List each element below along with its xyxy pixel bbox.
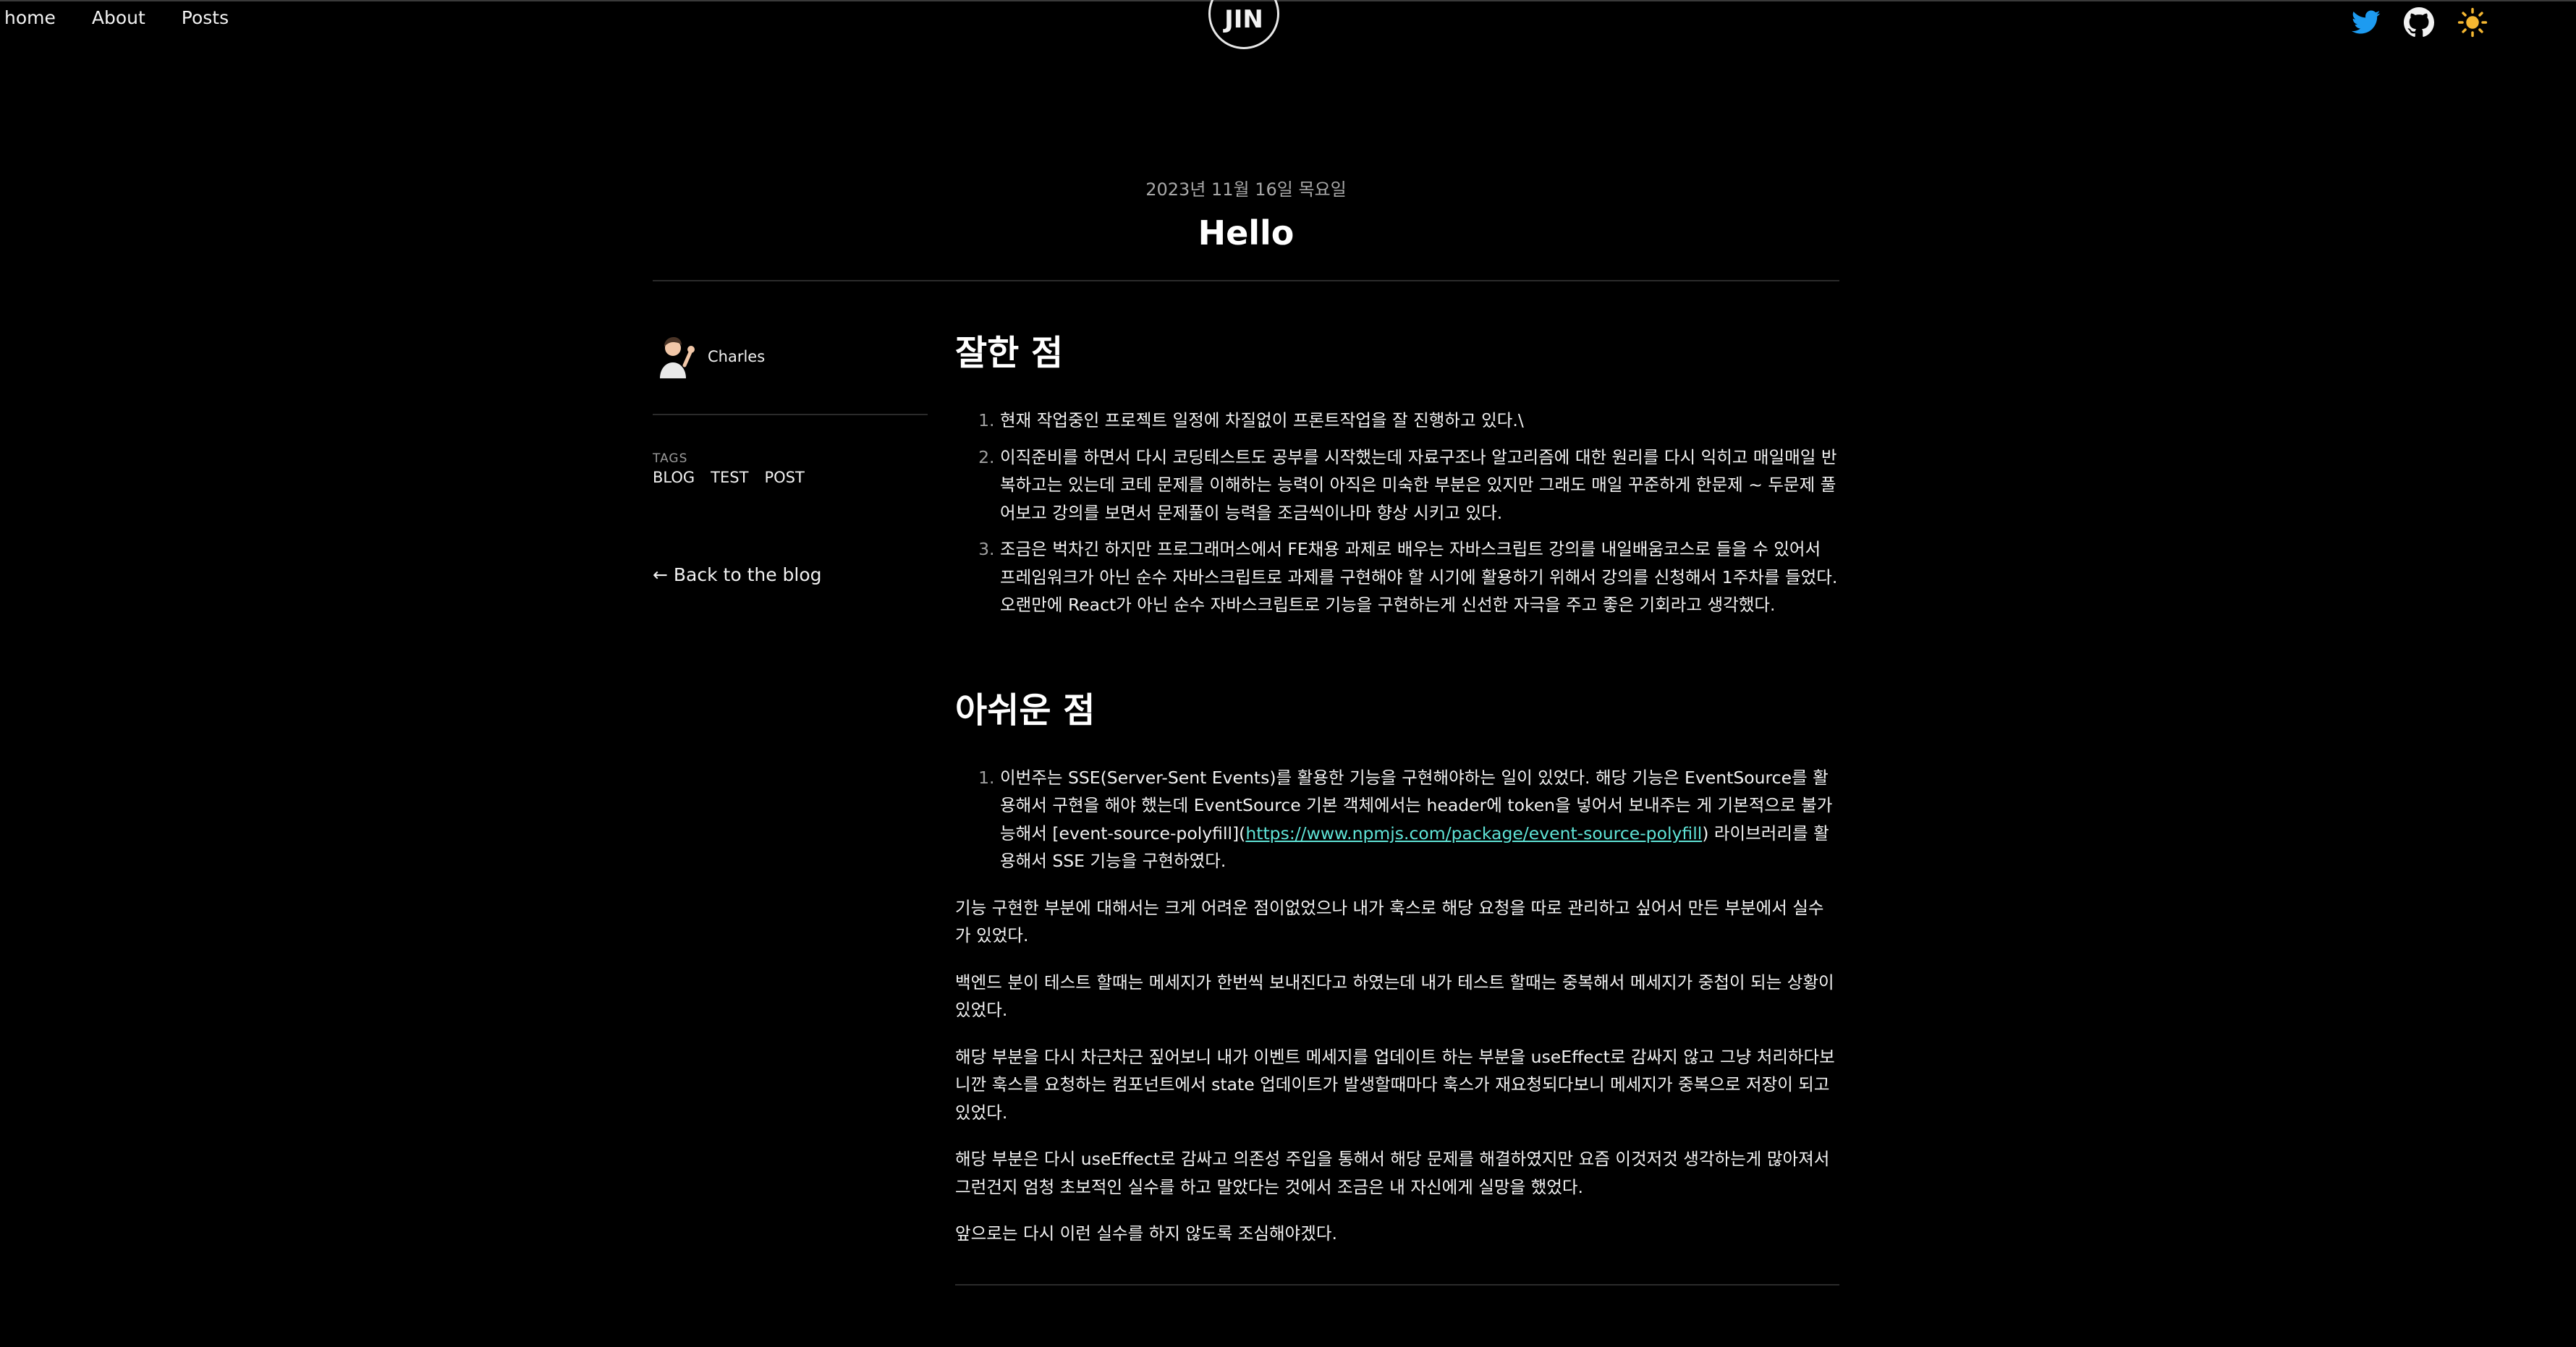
- heading-regrets: 아쉬운 점: [955, 689, 1096, 731]
- twitter-icon[interactable]: [2352, 10, 2381, 35]
- sidebar-divider: [653, 414, 928, 415]
- tag-test[interactable]: TEST: [711, 469, 748, 486]
- tag-blog[interactable]: BLOG: [653, 469, 695, 486]
- paragraph: 앞으로는 다시 이런 실수를 하지 않도록 조심해야겠다.: [955, 1223, 1337, 1244]
- tag-list: BLOG TEST POST: [653, 469, 928, 486]
- post-date: 2023년 11월 16일 목요일: [1145, 179, 1347, 200]
- content-divider: [955, 1283, 1839, 1286]
- heading-good-points: 잘한 점: [955, 333, 1064, 373]
- paragraph: 해당 부분을 다시 차근차근 짚어보니 내가 이벤트 메세지를 업데이트 하는 …: [955, 1046, 1835, 1123]
- paragraph: 백엔드 분이 테스트 할때는 메세지가 한번씩 보내진다고 하였는데 내가 테스…: [955, 972, 1834, 1021]
- back-to-blog-link[interactable]: ← Back to the blog: [653, 564, 928, 585]
- author: Charles: [653, 327, 928, 386]
- list-item: 현재 작업중인 프로젝트 일정에 차질없이 프론트작업을 잘 진행하고 있다.\: [1000, 407, 1839, 435]
- nav-about-link[interactable]: About: [92, 7, 145, 28]
- polyfill-link[interactable]: https://www.npmjs.com/package/event-sour…: [1245, 823, 1702, 844]
- tag-post[interactable]: POST: [764, 469, 804, 486]
- tags-label: TAGS: [653, 451, 688, 466]
- site-logo[interactable]: JIN: [1208, 0, 1279, 49]
- post-content: 잘한 점 현재 작업중인 프로젝트 일정에 차질없이 프론트작업을 잘 진행하고…: [955, 324, 1839, 1286]
- regrets-list: 이번주는 SSE(Server-Sent Events)를 활용한 기능을 구현…: [955, 764, 1839, 875]
- paragraph: 기능 구현한 부분에 대해서는 크게 어려운 점이없었으나 내가 훅스로 해당 …: [955, 897, 1824, 946]
- github-icon[interactable]: [2404, 7, 2434, 38]
- top-nav: home About Posts: [4, 7, 229, 28]
- list-item: 이직준비를 하면서 다시 코딩테스트도 공부를 시작했는데 자료구조나 알고리즘…: [1000, 443, 1839, 527]
- sun-icon[interactable]: [2457, 7, 2488, 38]
- sidebar: Charles TAGS BLOG TEST POST ← Back to th…: [653, 327, 928, 585]
- post-title: Hello: [1198, 213, 1295, 252]
- paragraph: 해당 부분은 다시 useEffect로 감싸고 의존성 주입을 통해서 해당 …: [955, 1149, 1830, 1197]
- nav-home-link[interactable]: home: [4, 7, 56, 28]
- list-item: 조금은 벅차긴 하지만 프로그래머스에서 FE채용 과제로 배우는 자바스크립트…: [1000, 535, 1839, 619]
- avatar: [660, 337, 695, 378]
- header-divider: [653, 280, 1839, 281]
- nav-posts-link[interactable]: Posts: [182, 7, 229, 28]
- good-points-list: 현재 작업중인 프로젝트 일정에 차질없이 프론트작업을 잘 진행하고 있다.\…: [955, 407, 1839, 619]
- post-header: 2023년 11월 16일 목요일 Hello: [653, 175, 1839, 252]
- logo-text: JIN: [1224, 5, 1263, 34]
- header-icons: [2352, 7, 2488, 38]
- list-item: 이번주는 SSE(Server-Sent Events)를 활용한 기능을 구현…: [1000, 764, 1839, 875]
- author-name: Charles: [708, 348, 766, 365]
- top-border: [0, 0, 2576, 1]
